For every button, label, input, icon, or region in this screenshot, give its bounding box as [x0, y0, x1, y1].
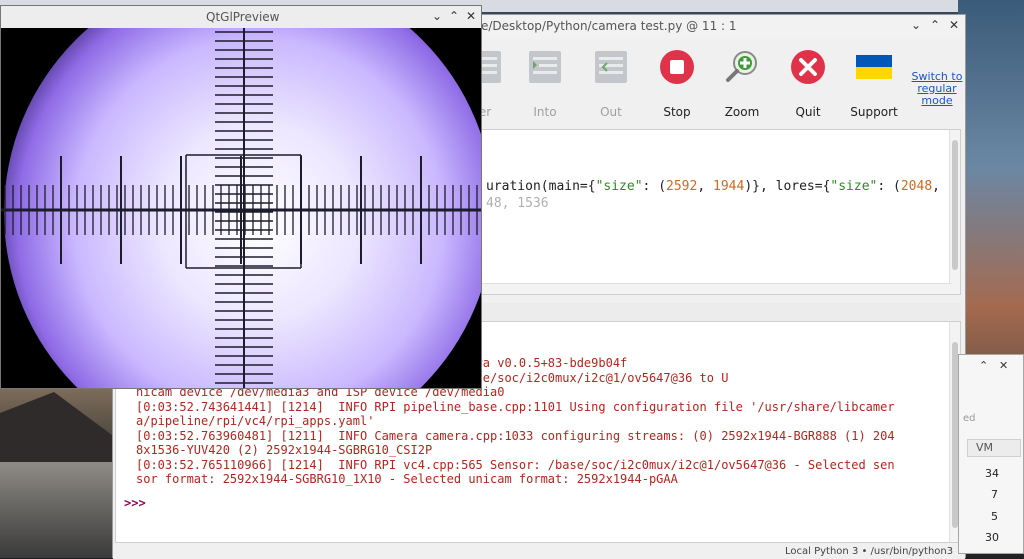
shell-line: [0:03:52.765110966] [1214] INFO RPI vc4.… [136, 457, 895, 472]
minimize-button[interactable]: ⌄ [908, 18, 924, 32]
code-text: uration(main={"size": (2592, 1944)}, lor… [486, 178, 960, 212]
list-item-value: 7 [991, 488, 998, 501]
preview-title: QtGlPreview [206, 10, 280, 24]
maximize-button[interactable]: ⌃ [927, 18, 943, 32]
interpreter-status[interactable]: Local Python 3 • /usr/bin/python3 [785, 546, 953, 557]
step-into-icon [529, 51, 561, 83]
stop-button[interactable]: Stop [647, 45, 707, 119]
quit-button[interactable]: Quit [778, 45, 838, 119]
stop-icon [660, 50, 694, 84]
shell-line: sor format: 2592x1944-SGBRG10_1X10 - Sel… [136, 472, 678, 486]
support-button[interactable]: Support [844, 45, 904, 119]
microscope-reticle-image [1, 28, 481, 388]
maximize-button[interactable]: ⌃ [979, 359, 988, 372]
code-line-2: 48, 1536 [486, 196, 549, 211]
editor-vscroll-thumb[interactable] [952, 140, 958, 270]
step-out-label: Out [600, 105, 622, 119]
shell-line: a/pipeline/rpi/vc4/rpi_apps.yaml' [136, 414, 375, 428]
step-into-label: Into [533, 105, 557, 119]
close-button[interactable]: ✕ [999, 359, 1008, 372]
shell-line: [0:03:52.763960481] [1211] INFO Camera c… [136, 428, 895, 443]
step-out-icon [595, 51, 627, 83]
quit-icon [791, 50, 825, 84]
step-into-button[interactable]: Into [515, 45, 575, 119]
ukraine-flag-icon [856, 55, 892, 79]
camera-feed [1, 28, 481, 388]
minimize-button[interactable]: ⌄ [430, 9, 444, 23]
code-line-1: uration(main={"size": (2592, 1944)}, lor… [486, 179, 960, 194]
editor-vertical-scrollbar[interactable] [949, 130, 960, 294]
status-bar: Local Python 3 • /usr/bin/python3 [113, 545, 965, 559]
window-label: ed [963, 413, 976, 424]
shell-line: 8x1536-YUV420 (2) 2592x1944-SGBRG10_CSI2… [136, 443, 433, 457]
switch-link-line3: mode [921, 94, 953, 107]
support-label: Support [850, 105, 898, 119]
list-item-value: 30 [985, 531, 999, 544]
column-header-vm[interactable]: VM [967, 439, 1021, 457]
close-button[interactable]: ✕ [464, 9, 478, 23]
preview-titlebar[interactable]: QtGlPreview ⌄ ⌃ ✕ [1, 6, 481, 28]
system-monitor-window: ⌃ ✕ ed VM 34 7 5 30 [958, 354, 1024, 554]
quit-label: Quit [795, 105, 821, 119]
desktop-water [0, 462, 120, 558]
camera-preview-window: QtGlPreview ⌄ ⌃ ✕ [0, 5, 482, 389]
list-item-value: 5 [991, 510, 998, 523]
stop-label: Stop [663, 105, 691, 119]
list-item-value: 34 [985, 467, 999, 480]
zoom-icon [726, 51, 757, 82]
zoom-label: Zoom [724, 105, 760, 119]
close-button[interactable]: ✕ [946, 18, 962, 32]
zoom-button[interactable]: Zoom [712, 45, 772, 119]
maximize-button[interactable]: ⌃ [447, 9, 461, 23]
shell-prompt[interactable]: >>> [124, 496, 146, 510]
thonny-title: e/Desktop/Python/camera test.py @ 11 : 1 [481, 19, 737, 33]
switch-to-regular-mode-link[interactable]: Switch to regular mode [909, 71, 965, 107]
step-out-button[interactable]: Out [581, 45, 641, 119]
shell-line: [0:03:52.743641441] [1214] INFO RPI pipe… [136, 399, 895, 414]
